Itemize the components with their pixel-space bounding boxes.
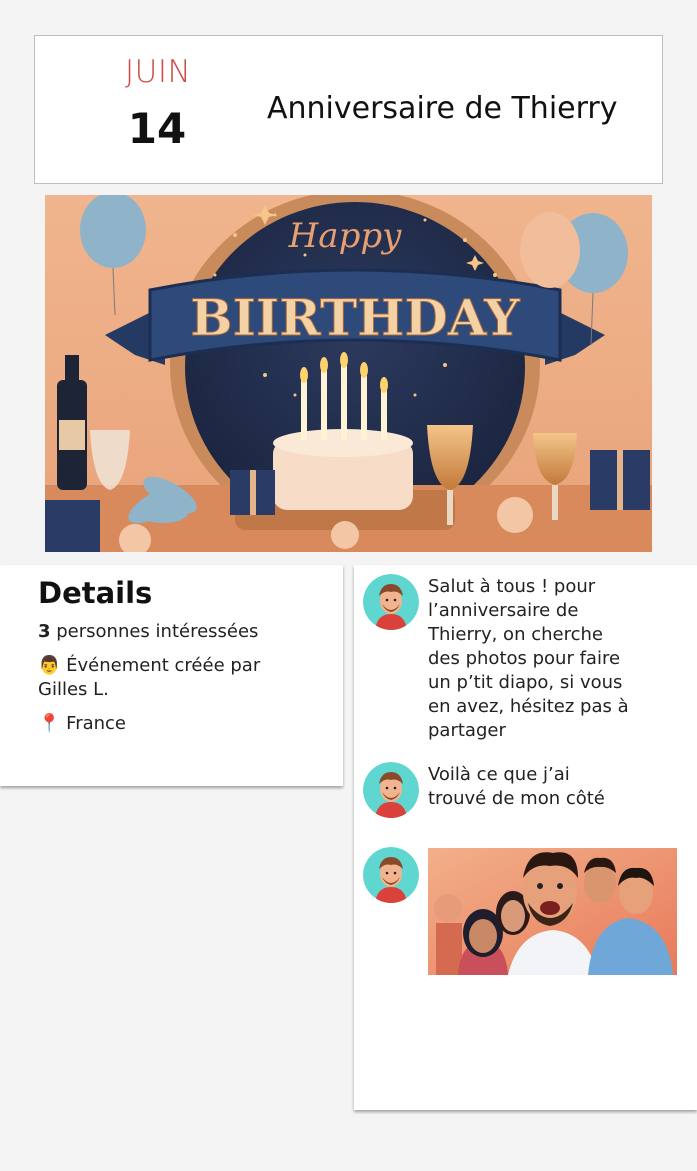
creator-line: 👨 Événement créée par Gilles L. — [38, 654, 288, 702]
interested-label: personnes intéressées — [50, 621, 259, 642]
event-month: JUIN — [125, 54, 192, 90]
event-header-card: JUIN 14 Anniversaire de Thierry — [34, 35, 663, 184]
location-line: 📍 France — [38, 712, 126, 736]
interested-count: 3 — [38, 621, 51, 642]
comments-panel: Salut à tous ! pour l’anniversaire de Th… — [354, 565, 697, 1110]
event-banner-image: Happy BIIRTHDAY — [45, 195, 652, 552]
interested-count-line: 3 personnes intéressées — [38, 620, 258, 644]
location-pin-icon: 📍 — [38, 713, 61, 734]
user-avatar[interactable] — [363, 574, 419, 630]
creator-icon: 👨 — [38, 655, 61, 676]
birthday-illustration: Happy BIIRTHDAY — [45, 195, 652, 552]
avatar-icon — [363, 762, 419, 818]
creator-text: Événement créée par Gilles L. — [38, 655, 261, 700]
shared-party-photo[interactable] — [428, 848, 677, 975]
avatar-icon — [363, 574, 419, 630]
event-day: 14 — [127, 104, 187, 153]
user-avatar[interactable] — [363, 847, 419, 903]
svg-text:Happy: Happy — [288, 216, 402, 256]
user-avatar[interactable] — [363, 762, 419, 818]
svg-text:BIIRTHDAY: BIIRTHDAY — [190, 288, 521, 347]
event-title: Anniversaire de Thierry — [267, 91, 618, 126]
comment-message: Voilà ce que j’ai trouvé de mon côté — [428, 764, 605, 809]
avatar-icon — [363, 847, 419, 903]
details-card: Details 3 personnes intéressées 👨 Événem… — [0, 565, 343, 786]
details-title: Details — [38, 576, 153, 610]
party-photo-illustration — [428, 848, 677, 975]
comment-message: Salut à tous ! pour l’anniversaire de Th… — [428, 576, 629, 741]
location-text: France — [66, 713, 127, 734]
